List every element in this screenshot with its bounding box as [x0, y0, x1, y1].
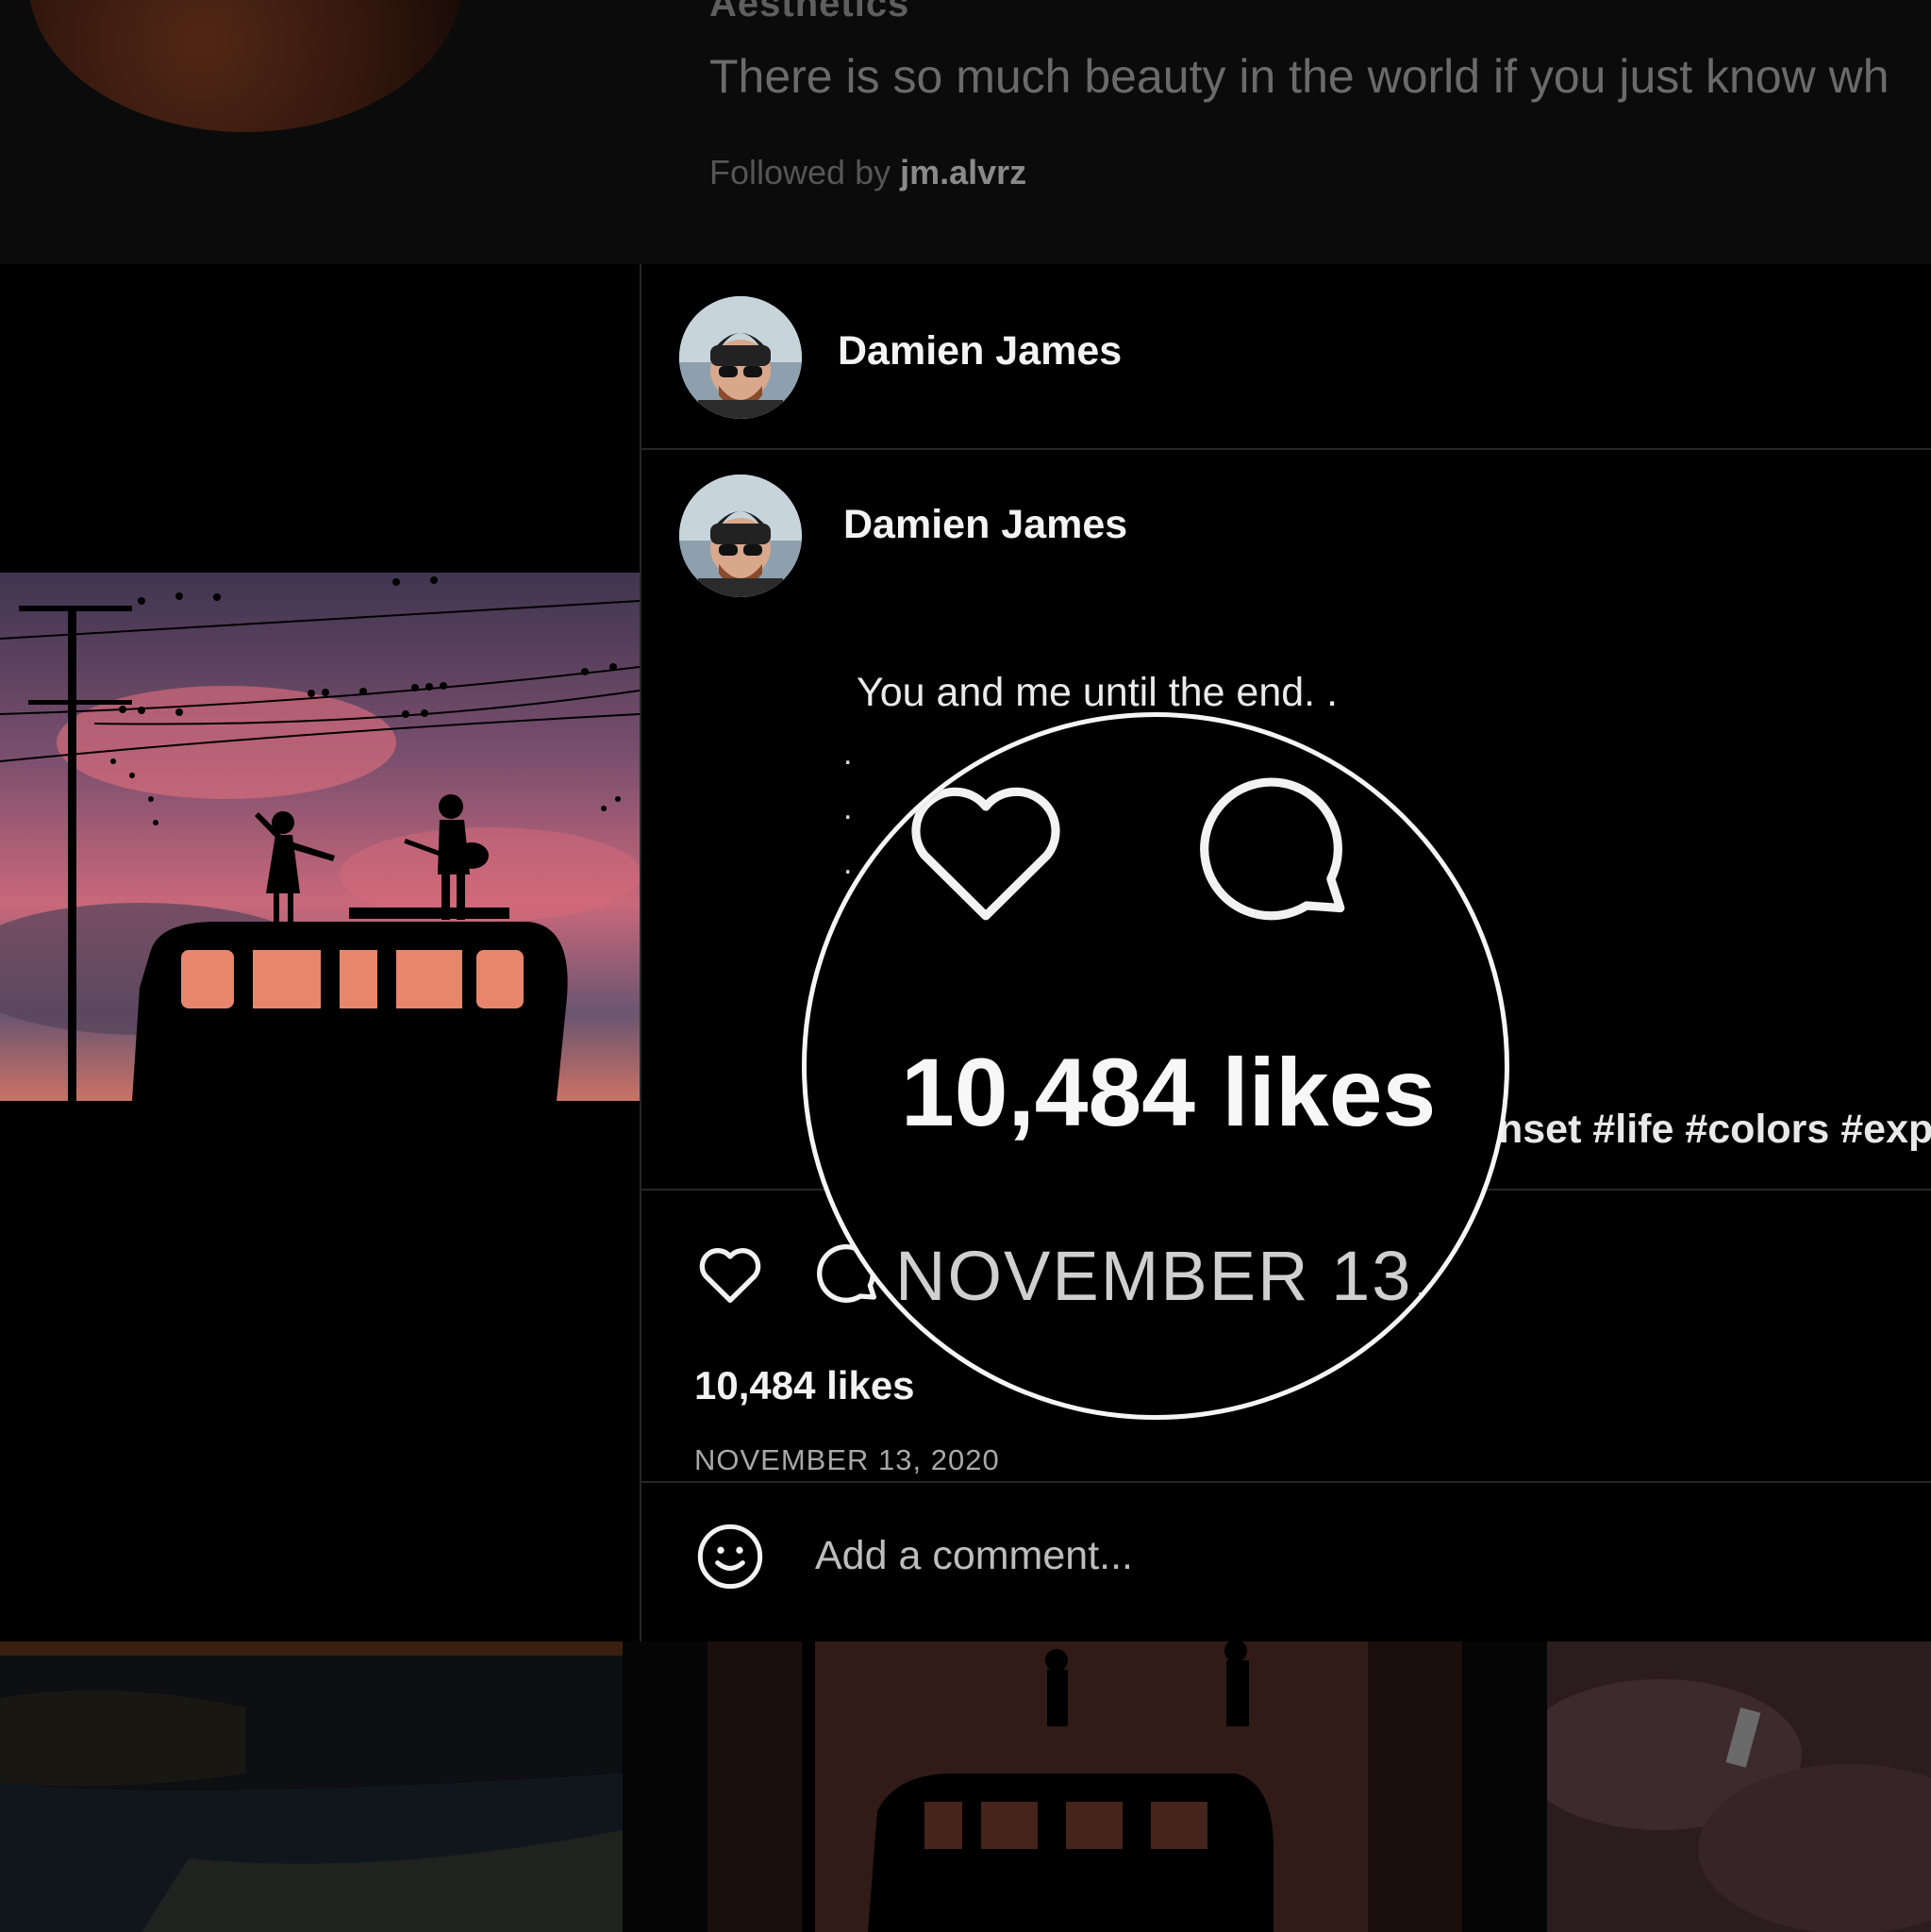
followed-by: Followed by jm.alvrz	[709, 153, 1026, 192]
profile-name: Aesthetics	[709, 0, 910, 25]
actions-divider	[641, 1481, 1931, 1483]
caption-hashtags[interactable]: nset #life #colors #exp	[1498, 1107, 1931, 1153]
caption-text: You and me until the end. .	[857, 670, 1339, 715]
author-avatar[interactable]	[679, 296, 802, 419]
profile-grid	[0, 1641, 1931, 1932]
header-divider	[641, 448, 1931, 450]
smiley-icon	[697, 1524, 763, 1590]
sunset-van-illustration	[0, 573, 640, 1516]
profile-avatar[interactable]	[28, 0, 462, 132]
caption-dot-3: .	[843, 845, 853, 881]
heart-icon	[699, 1248, 761, 1303]
followed-by-user[interactable]: jm.alvrz	[900, 153, 1026, 192]
caption-avatar-image	[679, 475, 802, 597]
author-avatar-image	[679, 296, 802, 419]
post-author-name[interactable]: Damien James	[838, 328, 1122, 375]
post-date: NOVEMBER 13, 2020	[694, 1443, 1000, 1476]
post-photo[interactable]	[0, 573, 640, 1516]
comment-input[interactable]: Add a comment...	[815, 1533, 1133, 1579]
clouds-photo	[1547, 1641, 1931, 1932]
like-button[interactable]	[692, 1236, 768, 1311]
caption-author-name[interactable]: Damien James	[843, 502, 1127, 548]
grid-tile-clouds[interactable]	[1547, 1641, 1931, 1932]
followed-by-prefix: Followed by	[709, 153, 901, 192]
magnified-post-date: NOVEMBER 13, 2	[895, 1237, 1496, 1315]
zoom-magnifier: 10,484 likes NOVEMBER 13, 2	[802, 712, 1509, 1420]
magnified-likes-count: 10,484 likes	[901, 1039, 1437, 1146]
van-photo-thumb	[707, 1641, 1462, 1932]
grid-tile-coast[interactable]	[0, 1641, 623, 1932]
magnified-heart-icon	[911, 787, 1060, 921]
coast-photo	[0, 1641, 623, 1932]
likes-count[interactable]: 10,484 likes	[694, 1363, 915, 1408]
grid-tile-van[interactable]	[707, 1641, 1462, 1932]
profile-header: Aesthetics There is so much beauty in th…	[0, 0, 1931, 264]
caption-dot-2: .	[843, 791, 853, 826]
emoji-button[interactable]	[692, 1519, 768, 1594]
profile-bio: There is so much beauty in the world if …	[709, 50, 1889, 103]
caption-author-avatar[interactable]	[679, 475, 802, 597]
magnified-comment-icon	[1200, 777, 1345, 921]
post-image-area	[0, 264, 640, 1641]
caption-dot-1: .	[843, 736, 853, 772]
